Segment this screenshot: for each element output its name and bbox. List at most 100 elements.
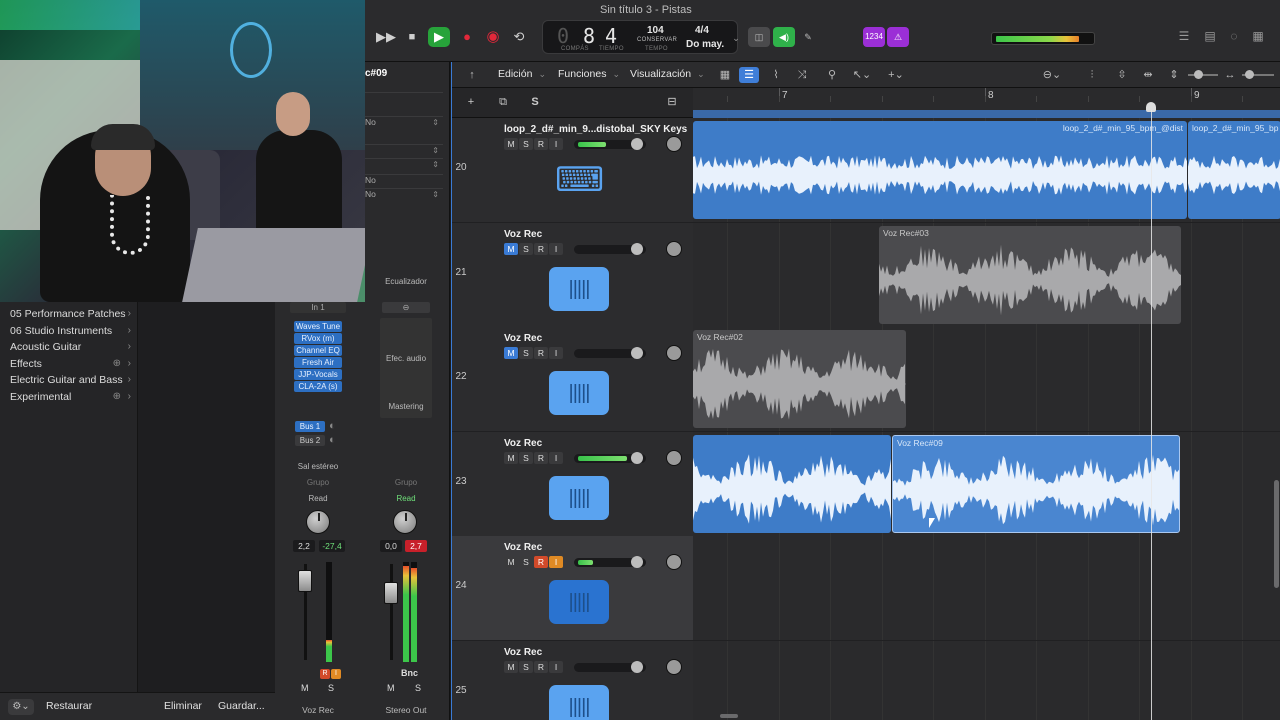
input-slot[interactable]: In 1: [290, 302, 346, 313]
delete-button[interactable]: Eliminar: [164, 700, 202, 712]
track-row[interactable]: 23 Voz Rec M S R I ||||| Voz Rec#09: [452, 431, 1280, 536]
waveform-icon[interactable]: |||||: [549, 475, 609, 520]
input-monitor-button[interactable]: I: [549, 138, 563, 150]
track-name[interactable]: Voz Rec: [504, 438, 542, 449]
catch-icon[interactable]: ⚲: [822, 67, 842, 83]
mute-button[interactable]: M: [504, 347, 518, 359]
lcd-display[interactable]: 0 8 4 COMPÁS TIEMPO 104 CONSERVAR TEMPO …: [542, 20, 738, 54]
solo-button[interactable]: S: [328, 683, 334, 693]
pan-knob[interactable]: [306, 510, 330, 534]
edit-menu[interactable]: Edición ⌄: [498, 68, 546, 80]
send-bus-1[interactable]: Bus 1 ◐: [295, 420, 336, 432]
cycle-button[interactable]: ⟲: [508, 27, 530, 47]
pointer-tool-icon[interactable]: ↖⌄: [852, 67, 872, 83]
track-name[interactable]: Voz Rec: [504, 647, 542, 658]
library-item[interactable]: Electric Guitar and Bass ›: [0, 372, 137, 389]
library-item[interactable]: 06 Studio Instruments ›: [0, 323, 137, 340]
track-header[interactable]: 25 Voz Rec M S R I |||||: [452, 640, 693, 720]
volume-handle[interactable]: [631, 242, 643, 255]
volume-handle[interactable]: [631, 451, 643, 464]
vertical-scrollbar[interactable]: [1274, 480, 1279, 588]
add-track-button[interactable]: +: [460, 95, 482, 110]
track-name[interactable]: Voz Rec: [504, 542, 542, 553]
automation-mode[interactable]: Read: [363, 494, 449, 503]
automation-mode[interactable]: Read: [275, 494, 361, 503]
waveform-icon[interactable]: |||||: [549, 684, 609, 720]
mute-button[interactable]: M: [387, 683, 395, 693]
volume-slider[interactable]: [574, 556, 646, 568]
volume-handle[interactable]: [631, 138, 643, 150]
track-lane[interactable]: [693, 640, 1280, 720]
library-item[interactable]: Effects ⊕ ›: [0, 356, 137, 373]
track-header[interactable]: 24 Voz Rec M S R I |||||: [452, 536, 693, 640]
mute-button[interactable]: M: [504, 138, 518, 150]
track-list-icon[interactable]: ⊟: [661, 95, 683, 110]
restore-button[interactable]: Restaurar: [46, 700, 92, 712]
record-enable-button[interactable]: R: [534, 347, 548, 359]
functions-menu[interactable]: Funciones ⌄: [558, 68, 620, 80]
solo-button[interactable]: S: [519, 660, 533, 673]
loops-icon[interactable]: ◌: [1225, 29, 1243, 45]
playhead[interactable]: [1151, 110, 1152, 720]
metronome-button[interactable]: ⚠: [887, 27, 909, 47]
plugin-slot[interactable]: Fresh Air: [294, 357, 342, 368]
waveform-zoom-icon[interactable]: ⫶: [1082, 67, 1102, 83]
record-enable-button[interactable]: R: [534, 138, 548, 150]
output-slot[interactable]: Sal estéreo: [275, 462, 361, 471]
input-monitor-button[interactable]: I: [549, 660, 563, 673]
solo-button[interactable]: S: [519, 451, 533, 464]
pan-knob[interactable]: [666, 554, 682, 570]
track-name[interactable]: Voz Rec: [504, 333, 542, 344]
inspector-row[interactable]: No ⇕: [363, 188, 443, 202]
audio-region[interactable]: [693, 434, 891, 533]
record-button[interactable]: ●: [456, 27, 478, 47]
track-lane[interactable]: loop_2_d#_min_95_bpm_@dist loop_2_d#_min_…: [693, 118, 1280, 222]
group-slot[interactable]: Grupo: [275, 478, 361, 487]
view-menu[interactable]: Visualización ⌄: [630, 68, 705, 80]
browser-icon[interactable]: ▦: [1249, 29, 1267, 45]
eq-slot[interactable]: Ecualizador: [363, 277, 449, 286]
library-item[interactable]: Experimental ⊕ ›: [0, 389, 137, 406]
group-slot[interactable]: Grupo: [363, 478, 449, 487]
audio-region[interactable]: Voz Rec#02: [693, 330, 906, 428]
record-enable-button[interactable]: R: [534, 660, 548, 673]
horizontal-scrollbar[interactable]: [720, 714, 738, 718]
pan-knob[interactable]: [666, 658, 682, 675]
solo-button[interactable]: S: [519, 242, 533, 255]
stop-button[interactable]: ■: [401, 27, 423, 47]
keyboard-icon[interactable]: ⌨: [549, 158, 609, 202]
record-enable-button[interactable]: R: [534, 451, 548, 464]
track-name[interactable]: Voz Rec: [504, 229, 542, 240]
speaker-icon[interactable]: ◀): [773, 27, 795, 47]
plugin-slot[interactable]: Channel EQ: [294, 345, 342, 356]
track-header[interactable]: 22 Voz Rec M S R I |||||: [452, 327, 693, 431]
replace-record-button[interactable]: ◉: [482, 27, 504, 47]
volume-slider[interactable]: [574, 242, 646, 255]
vertical-zoom-handle[interactable]: [1194, 70, 1203, 79]
waveform-icon[interactable]: |||||: [549, 580, 609, 624]
record-enable-button[interactable]: R: [534, 242, 548, 255]
volume-slider[interactable]: [574, 660, 646, 673]
inspector-row[interactable]: No: [363, 174, 443, 188]
snap-icon[interactable]: ⊖⌄: [1042, 67, 1062, 83]
track-row[interactable]: 25 Voz Rec M S R I |||||: [452, 640, 1280, 720]
input-monitor-button[interactable]: I: [549, 242, 563, 255]
list-editors-icon[interactable]: ☰: [1175, 29, 1193, 45]
add-icon[interactable]: ⊕: [113, 389, 121, 406]
inspector-row[interactable]: No ⇕: [363, 116, 443, 130]
plugin-slot[interactable]: Waves Tune: [294, 321, 342, 332]
play-button[interactable]: ▶: [428, 27, 450, 47]
mute-button[interactable]: M: [504, 660, 518, 673]
pencil-tool-icon[interactable]: +⌄: [886, 67, 906, 83]
waveform-icon[interactable]: |||||: [549, 266, 609, 311]
inspector-row[interactable]: ⇕: [363, 144, 443, 158]
volume-handle[interactable]: [631, 556, 643, 568]
send-bus-2[interactable]: Bus 2 ◐: [295, 434, 336, 446]
pan-knob[interactable]: [666, 240, 682, 257]
pan-knob[interactable]: [666, 345, 682, 361]
cycle-area[interactable]: [693, 110, 1280, 118]
library-item[interactable]: 05 Performance Patches ›: [0, 306, 137, 323]
track-header[interactable]: 23 Voz Rec M S R I |||||: [452, 431, 693, 536]
mute-button[interactable]: M: [504, 451, 518, 464]
vertical-zoom-icon[interactable]: ⇳: [1112, 67, 1132, 83]
